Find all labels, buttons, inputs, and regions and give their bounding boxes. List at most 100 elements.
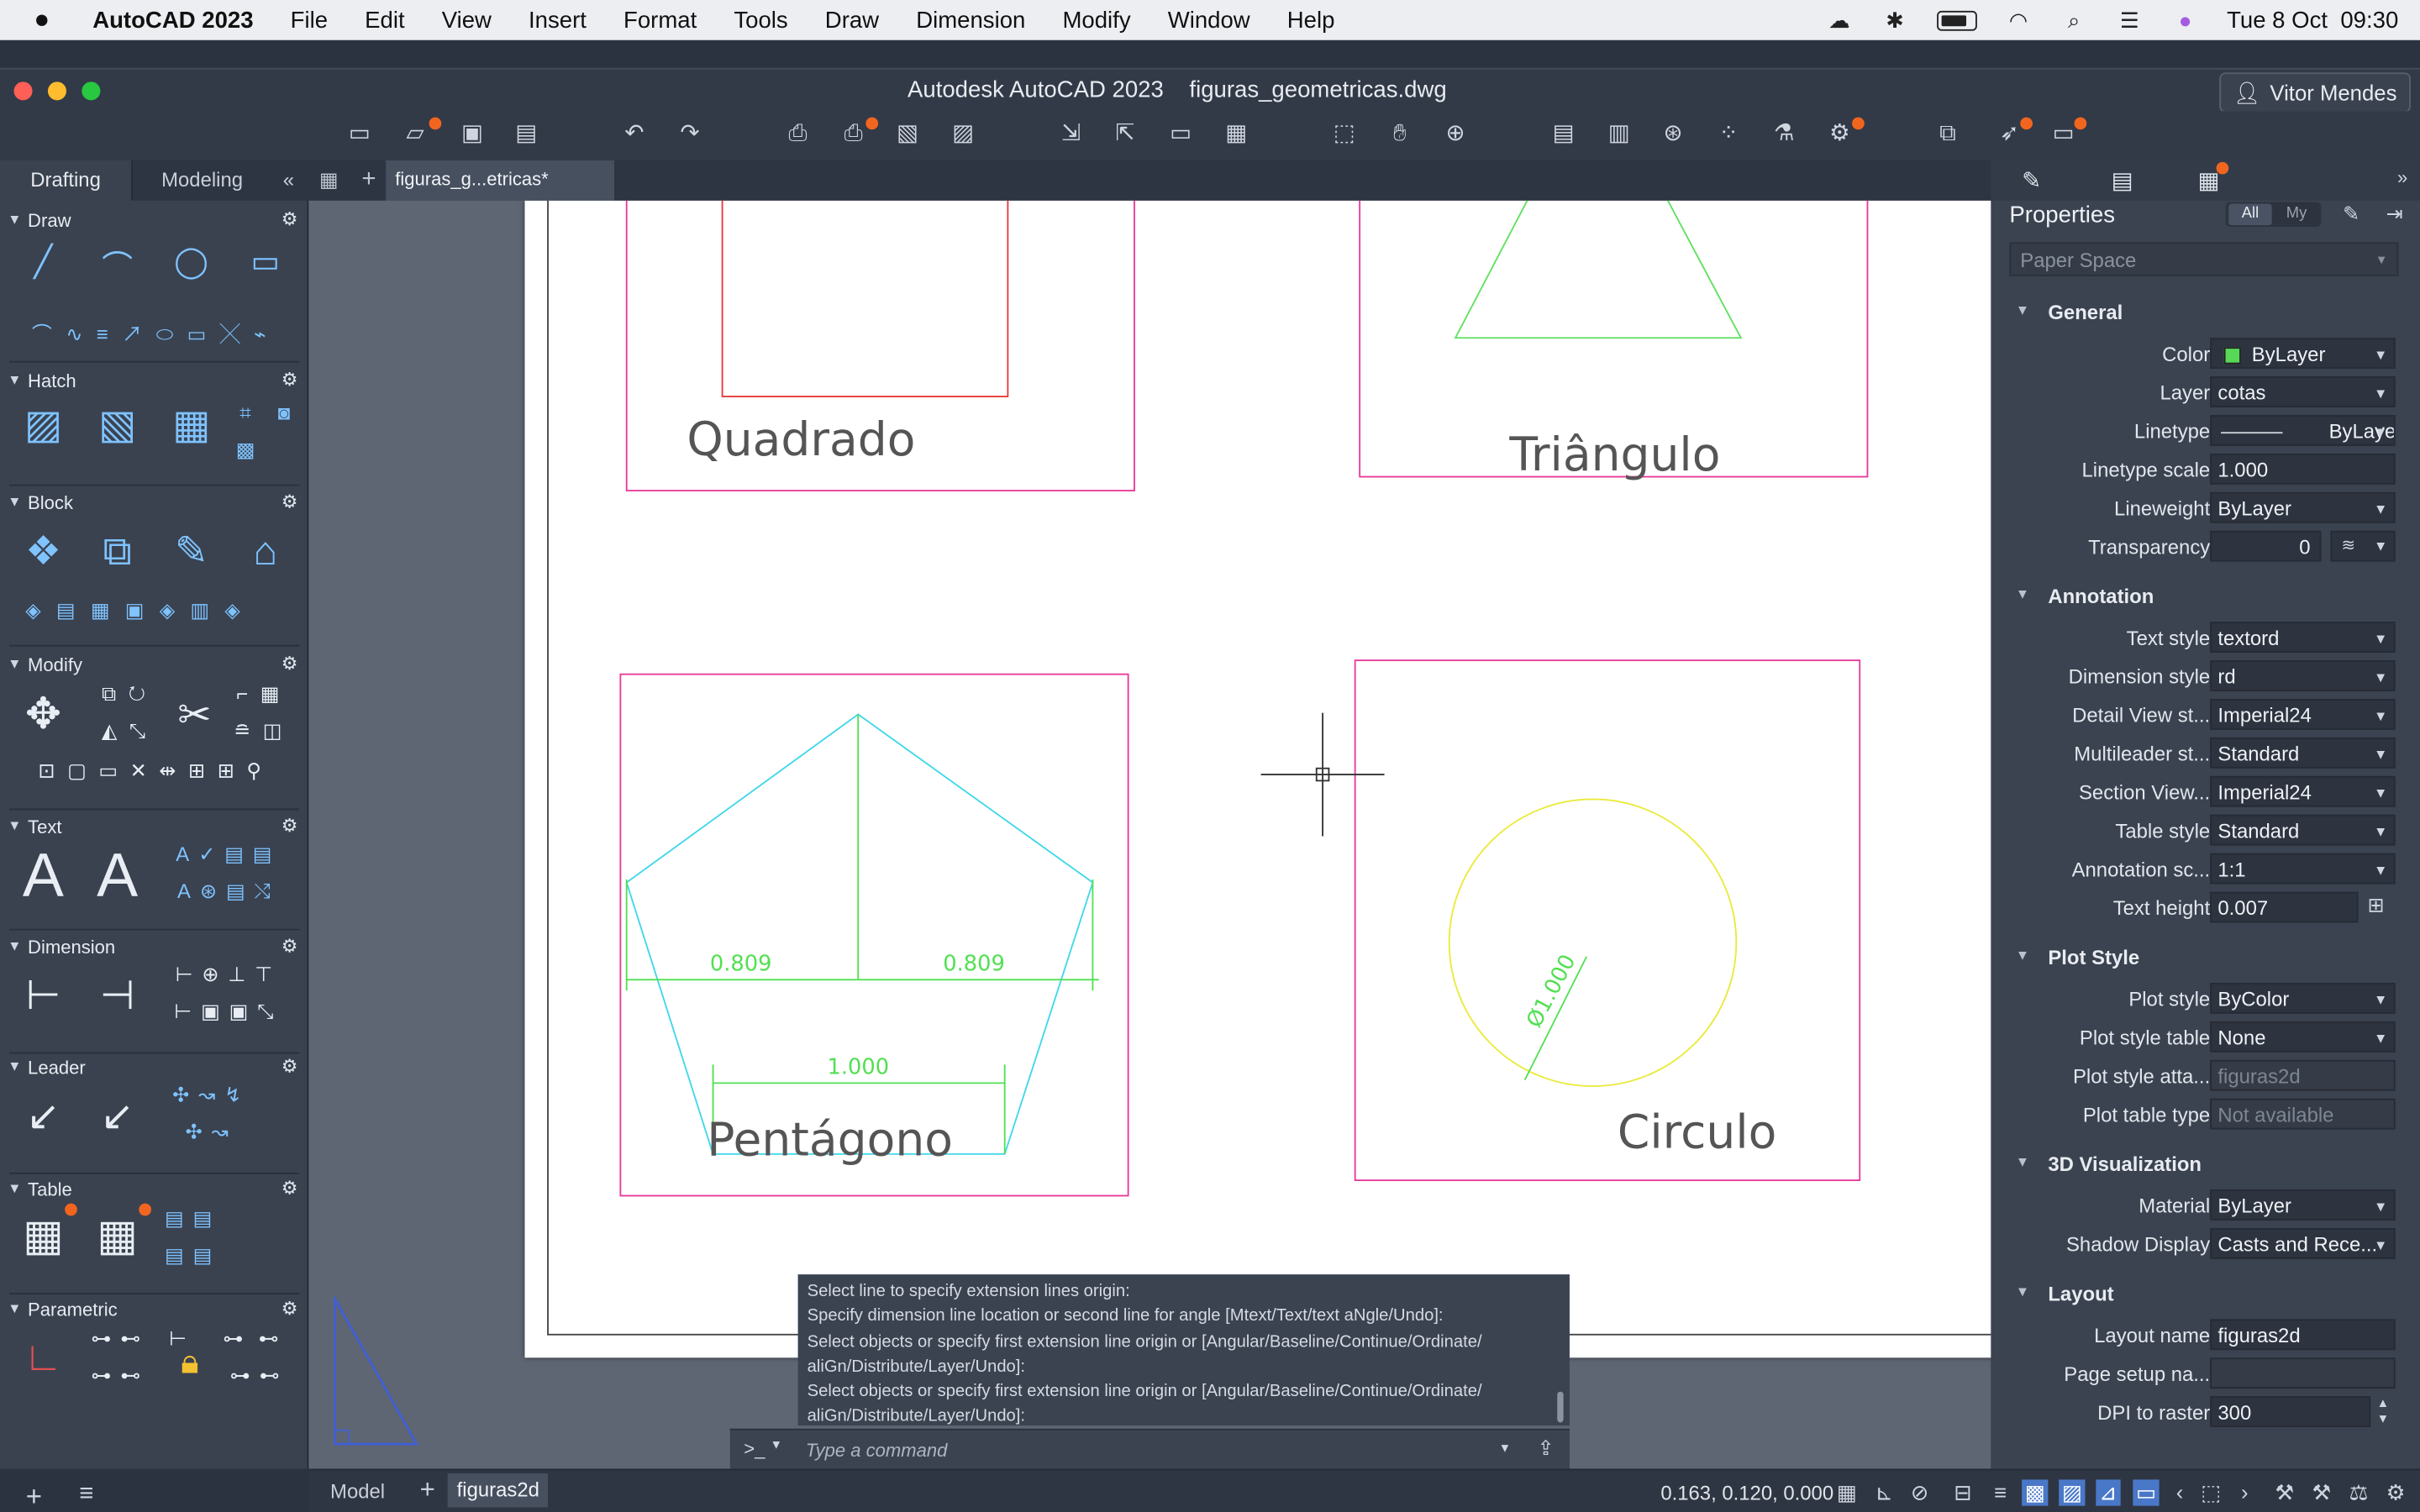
snap-mode-icon[interactable]: ⊾ (1876, 1479, 1894, 1505)
workspace-icon[interactable]: ⚒ (2312, 1479, 2331, 1505)
viewport-icon[interactable]: ⬚ (2201, 1479, 2221, 1505)
quick-select-icon[interactable]: ✎ (2343, 202, 2360, 227)
zoom-window-icon[interactable]: ⬚ (1328, 118, 1360, 150)
copy-rotate-icon[interactable]: ⧉↻ (81, 682, 180, 706)
circle-tool-icon[interactable]: ◯ (160, 242, 222, 281)
match-properties-icon[interactable]: ▥ (1603, 118, 1634, 150)
block-secondary-tools[interactable]: ◈▤▦▣◈▥◈ (9, 599, 271, 623)
chevron-down-icon[interactable]: ▼ (771, 1438, 783, 1452)
calculator-icon[interactable]: ⚙ (1824, 118, 1855, 150)
mirror-scale-icon[interactable]: ◭⤡ (81, 719, 180, 743)
tab-modeling[interactable]: Modeling (133, 160, 271, 201)
section-modify[interactable]: ▼ Modify ⚙ (0, 651, 308, 679)
app-menu[interactable]: AutoCAD 2023 (92, 7, 253, 33)
share-icon[interactable]: ▭ (1165, 118, 1197, 150)
hatch-edit-icon[interactable]: ▧ (87, 402, 148, 449)
filter-my-button[interactable]: My (2275, 203, 2317, 225)
annotation-scale-dropdown[interactable]: 1:1 ▼ (2210, 853, 2396, 885)
dim-text-left[interactable]: 0.809 (710, 951, 772, 976)
geometric-constraint-tools[interactable]: ⊶⊷ (77, 1327, 164, 1352)
save-icon[interactable]: ▣ (457, 118, 488, 150)
compare-icon[interactable]: ⧉ (1933, 118, 1964, 150)
layout-tab[interactable]: figuras2d (447, 1473, 549, 1508)
menu-tools[interactable]: Tools (734, 7, 787, 33)
layout-name-field[interactable]: figuras2d (2210, 1319, 2396, 1351)
boundary-icon[interactable]: ⌗ (229, 402, 262, 426)
circle-frame[interactable] (1354, 659, 1861, 1182)
dim-edit-tools[interactable]: ⊢▣▣⤡ (155, 1000, 302, 1024)
dpi-stepper[interactable]: ▲ ▼ (2377, 1396, 2390, 1427)
chevron-down-icon[interactable]: ▼ (1499, 1441, 1512, 1456)
multileader-dropdown[interactable]: Standard ▼ (2210, 737, 2396, 769)
camera-icon[interactable]: ◙ (269, 402, 300, 425)
menu-dimension[interactable]: Dimension (916, 7, 1025, 33)
dim-style-icon[interactable]: ⊣ (87, 972, 148, 1020)
create-block-icon[interactable]: ❖ (13, 528, 74, 575)
open-file-icon[interactable]: ▱ (400, 118, 431, 150)
text-find-tools[interactable]: A⊛▤⤭ (155, 879, 302, 904)
transparency-mode-dropdown[interactable]: ≋ ▼ (2330, 530, 2396, 562)
new-tab-icon[interactable]: + (354, 160, 385, 201)
line-tool-icon[interactable]: ╱ (13, 242, 74, 281)
dimensional-constraint-tools[interactable]: ⊢ ⊶⊷ (160, 1327, 302, 1352)
grid-display-icon[interactable]: ▦ (1837, 1479, 1857, 1505)
polyline-tool-icon[interactable]: ⌒ (87, 242, 148, 286)
circle-shape[interactable] (1448, 798, 1738, 1087)
geolocation-icon[interactable]: ⁘ (1713, 118, 1744, 150)
expand-panel-icon[interactable]: » (2397, 166, 2407, 188)
share-icon[interactable]: ⇪ (1538, 1436, 1555, 1461)
menu-edit[interactable]: Edit (365, 7, 404, 33)
page-setup-icon[interactable]: ▨ (948, 118, 979, 150)
wifi-icon[interactable]: ◠ (2005, 9, 2033, 31)
leader-remove-tools[interactable]: ✣↝ (157, 1120, 266, 1144)
polar-tracking-icon[interactable]: ⊟ (1954, 1479, 1972, 1505)
layers-tab-icon[interactable]: ▤ (2112, 166, 2133, 194)
group-annotation[interactable]: ▼ Annotation (1991, 580, 2420, 614)
filter-all-button[interactable]: All (2228, 203, 2272, 226)
dim-linear-tools[interactable]: ⊢⊕⊥⊤ (155, 963, 302, 987)
gradient-icon[interactable]: ▦ (160, 402, 222, 449)
properties-tab-icon[interactable]: ✎ (2022, 166, 2041, 194)
constraint-manager-tools[interactable]: ⊶⊷ (216, 1364, 302, 1389)
section-table[interactable]: ▼ Table ⚙ (0, 1176, 308, 1204)
select-objects-icon[interactable]: ⇥ (2386, 202, 2403, 227)
section-hatch[interactable]: ▼ Hatch ⚙ (0, 367, 308, 395)
tab-drafting[interactable]: Drafting (0, 160, 133, 201)
text-height-field[interactable]: 0.007 (2210, 891, 2359, 923)
dimension-icon[interactable]: ⊢ (13, 972, 74, 1020)
import-icon[interactable]: ⇲ (1055, 118, 1086, 150)
table-style-icon[interactable]: ▦ (87, 1210, 148, 1261)
material-dropdown[interactable]: ByLayer ▼ (2210, 1189, 2396, 1221)
menu-insert[interactable]: Insert (529, 7, 587, 33)
constraint-bar-tools[interactable]: ⊶⊷ (77, 1364, 164, 1389)
redo-icon[interactable]: ↷ (675, 118, 706, 150)
siri-icon[interactable]: ● (2171, 9, 2199, 31)
dim-text-bottom[interactable]: 1.000 (827, 1054, 889, 1079)
command-input[interactable]: Type a command (806, 1440, 948, 1462)
fillet-array-icon[interactable]: ⌐▦ (229, 682, 299, 706)
color-dropdown[interactable]: ByLayer ▼ (2210, 338, 2396, 369)
group-general[interactable]: ▼ General (1991, 297, 2420, 330)
menubar-clock[interactable]: Tue 8 Oct 09:30 (2227, 7, 2398, 33)
drawing-area[interactable]: Quadrado Triângulo 0.809 0.809 1.000 Pen… (308, 200, 1991, 1469)
selection-cycling-icon[interactable]: ▨ (2059, 1479, 2086, 1506)
table-link-tools[interactable]: ▤▤ (155, 1243, 232, 1268)
auto-constrain-icon[interactable]: ∟ (13, 1333, 74, 1381)
lineweight-icon[interactable]: ≡ (1994, 1479, 2007, 1504)
table-extract-tools[interactable]: ▤▤ (155, 1206, 232, 1231)
batch-plot-icon[interactable]: ⎙ (838, 118, 869, 150)
draw-secondary-tools[interactable]: ⌒∿≡↗⬭▭╳⌁ (9, 318, 302, 347)
command-input-bar[interactable]: >_ ▼ Type a command ▼ ⇪ (729, 1428, 1570, 1469)
section-text[interactable]: ▼ Text ⚙ (0, 813, 308, 841)
linetype-dropdown[interactable]: ByLayer ▼ (2210, 415, 2396, 446)
section-block[interactable]: ▼ Block ⚙ (0, 489, 308, 517)
osnap-icon[interactable]: ⊿ (2096, 1479, 2121, 1506)
layer-dropdown[interactable]: cotas ▼ (2210, 376, 2396, 407)
user-account-button[interactable]: 👤︎ Vitor Mendes (2219, 72, 2411, 113)
lineweight-dropdown[interactable]: ByLayer ▼ (2210, 491, 2396, 523)
section-draw[interactable]: ▼ Draw ⚙ (0, 207, 308, 234)
layer-properties-icon[interactable]: ▤ (1548, 118, 1579, 150)
shadow-display-dropdown[interactable]: Casts and Rece... ▼ (2210, 1228, 2396, 1259)
menu-help[interactable]: Help (1287, 7, 1335, 33)
publish-icon[interactable]: ▧ (892, 118, 923, 150)
